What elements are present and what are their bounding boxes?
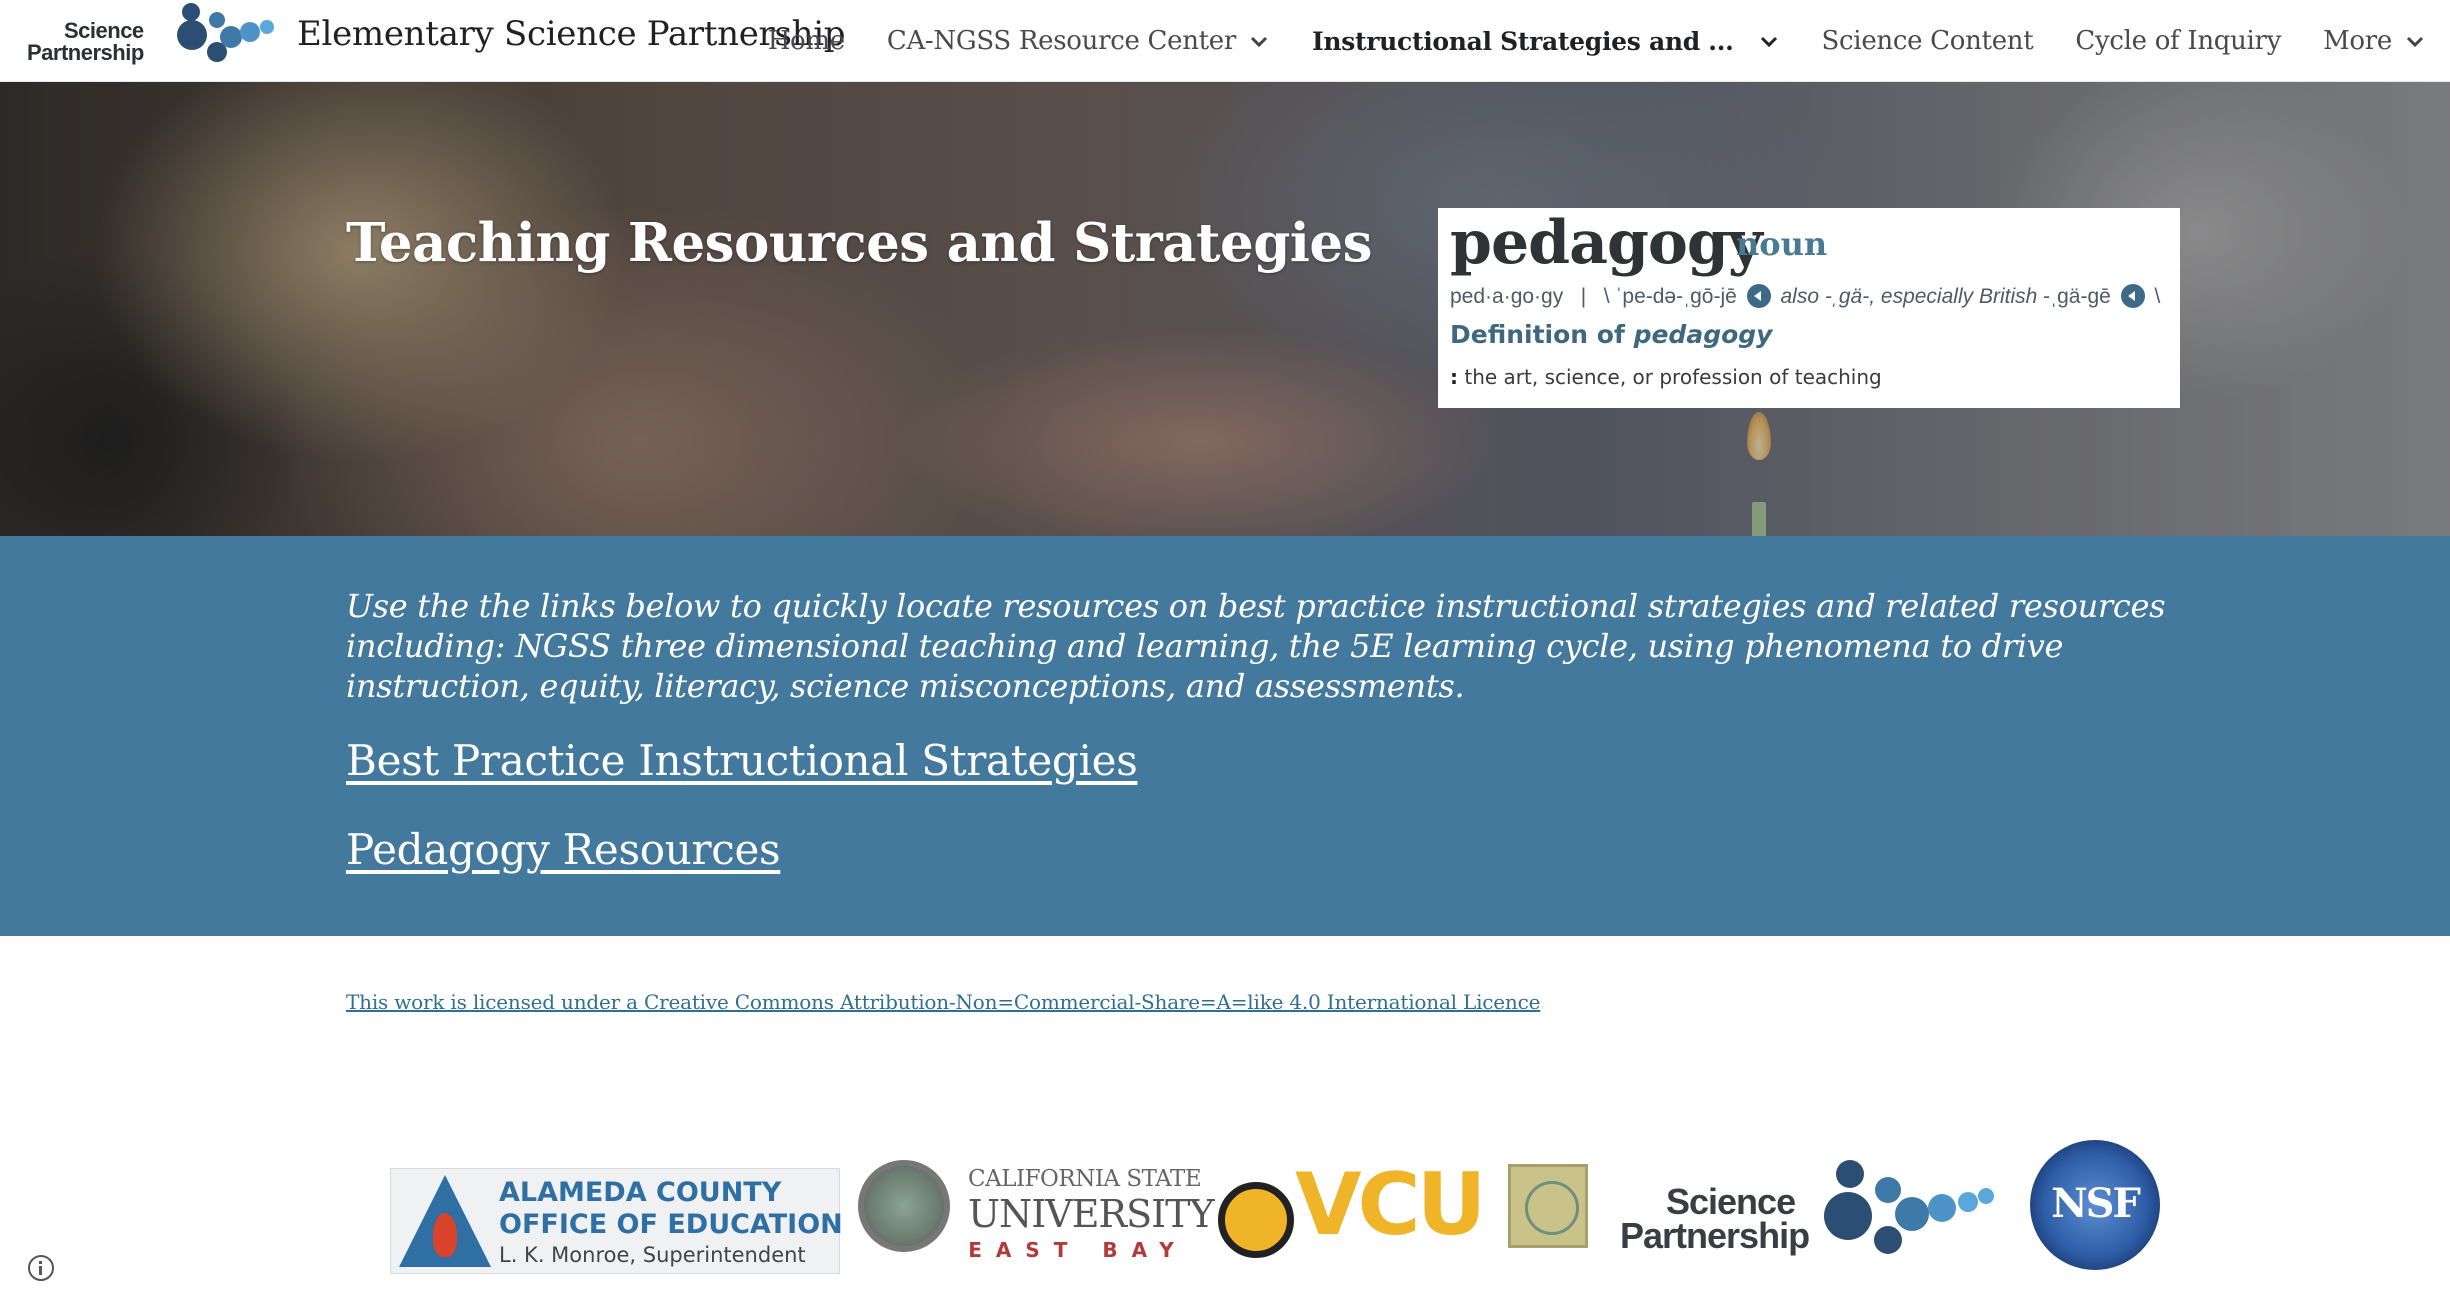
resources-description: Use the the links below to quickly locat… xyxy=(346,587,2166,705)
nav-item-more[interactable]: More xyxy=(2323,0,2426,82)
nav-item-label: Science Content xyxy=(1821,26,2034,56)
csueb-logo[interactable]: CALIFORNIA STATE UNIVERSITY EAST BAY xyxy=(968,1166,1215,1266)
acoe-line-3: L. K. Monroe, Superintendent xyxy=(499,1243,806,1267)
site-logo[interactable]: Science Partnership xyxy=(27,2,277,68)
dictionary-pronunciation: ped·a·go·gy | \ ˈpe-də-ˌgō-jē also -ˌgä-… xyxy=(1450,284,2160,309)
county-seal-logo[interactable] xyxy=(858,1160,950,1252)
chevron-down-icon[interactable] xyxy=(1758,30,1780,52)
dictionary-alt-pron-2: -ˌgä-gē xyxy=(2043,285,2111,308)
dictionary-part-of-speech: noun xyxy=(1736,225,1828,263)
speaker-icon[interactable] xyxy=(2120,284,2145,308)
logo-circles-icon xyxy=(1824,1160,1994,1254)
nav-item-home[interactable]: Home xyxy=(768,0,845,82)
dictionary-also-label: also xyxy=(1780,285,1820,308)
chevron-down-icon[interactable] xyxy=(1248,30,1270,52)
dictionary-syllables: ped·a·go·gy xyxy=(1450,285,1564,308)
nav-item-label: CA-NGSS Resource Center xyxy=(886,26,1236,56)
nsf-logo-text: NSF xyxy=(2051,1180,2141,1227)
acoe-line-1: ALAMEDA COUNTY xyxy=(499,1177,782,1208)
info-icon[interactable] xyxy=(28,1255,54,1281)
nav-item-ca-ngss-resource-center[interactable]: CA-NGSS Resource Center xyxy=(887,0,1270,82)
nav-item-label: Cycle of Inquiry xyxy=(2075,26,2282,56)
dictionary-british-label: especially British xyxy=(1880,285,2038,308)
nav-item-label: Home xyxy=(767,26,845,56)
vcu-seal-logo[interactable] xyxy=(1218,1182,1294,1258)
csueb-line-2: UNIVERSITY xyxy=(968,1192,1215,1236)
page-title: Teaching Resources and Strategies xyxy=(346,212,1372,274)
license-link[interactable]: This work is licensed under a Creative C… xyxy=(346,990,1540,1014)
speaker-icon[interactable] xyxy=(1746,284,1771,308)
pedagogy-resources-link[interactable]: Pedagogy Resources xyxy=(346,825,781,874)
ornament-logo[interactable] xyxy=(1508,1164,1588,1248)
main-nav: Home CA-NGSS Resource Center Instruction… xyxy=(726,0,2426,82)
definition-heading-prefix: Definition of xyxy=(1450,320,1625,349)
dictionary-pron-primary: \ ˈpe-də-ˌgō-jē xyxy=(1603,285,1737,308)
logo-circles-icon xyxy=(177,3,274,62)
dictionary-alt-pron-1: -ˌgä-, xyxy=(1824,285,1876,308)
dictionary-word: pedagogy xyxy=(1450,208,1763,278)
nav-item-label: Instructional Strategies and ... xyxy=(1312,26,1734,56)
best-practice-strategies-link[interactable]: Best Practice Instructional Strategies xyxy=(346,736,1138,785)
resources-band: Use the the links below to quickly locat… xyxy=(0,536,2450,936)
dictionary-pron-end: \ xyxy=(2154,285,2161,308)
acoe-logo[interactable]: ALAMEDA COUNTY OFFICE OF EDUCATION L. K.… xyxy=(390,1168,843,1274)
csueb-line-1: CALIFORNIA STATE xyxy=(968,1166,1202,1192)
dictionary-card: pedagogy noun ped·a·go·gy | \ ˈpe-də-ˌgō… xyxy=(1438,208,2180,408)
chevron-down-icon[interactable] xyxy=(2404,30,2426,52)
dictionary-definition: : the art, science, or profession of tea… xyxy=(1450,365,1882,389)
definition-marker: : xyxy=(1450,365,1458,389)
definition-heading-word: pedagogy xyxy=(1633,320,1773,349)
nav-item-cycle-of-inquiry[interactable]: Cycle of Inquiry xyxy=(2075,0,2281,82)
partner-logos: ALAMEDA COUNTY OFFICE OF EDUCATION L. K.… xyxy=(390,1130,2170,1280)
nav-item-science-content[interactable]: Science Content xyxy=(1822,0,2034,82)
nav-item-instructional-strategies[interactable]: Instructional Strategies and ... xyxy=(1312,0,1780,82)
nsf-logo[interactable]: NSF xyxy=(2030,1140,2160,1270)
nav-item-label: More xyxy=(2323,26,2392,56)
hero-banner: Teaching Resources and Strategies pedago… xyxy=(0,82,2450,536)
csueb-line-3: EAST BAY xyxy=(968,1238,1188,1262)
sp-logo-word-partnership: Partnership xyxy=(1620,1215,1810,1256)
logo-word-partnership: Partnership xyxy=(27,40,144,65)
site-header: Science Partnership Elementary Science P… xyxy=(0,0,2450,82)
logo-word-science: Science xyxy=(64,18,144,43)
science-partnership-logo[interactable]: Science Partnership xyxy=(1620,1150,2000,1260)
definition-text: the art, science, or profession of teach… xyxy=(1464,365,1882,389)
vcu-logo[interactable]: VCU xyxy=(1295,1162,1487,1248)
acoe-line-2: OFFICE OF EDUCATION xyxy=(499,1209,843,1240)
dictionary-definition-heading: Definition of pedagogy xyxy=(1450,320,1772,349)
torch-flame-icon xyxy=(433,1213,457,1257)
dictionary-separator: | xyxy=(1580,285,1587,308)
